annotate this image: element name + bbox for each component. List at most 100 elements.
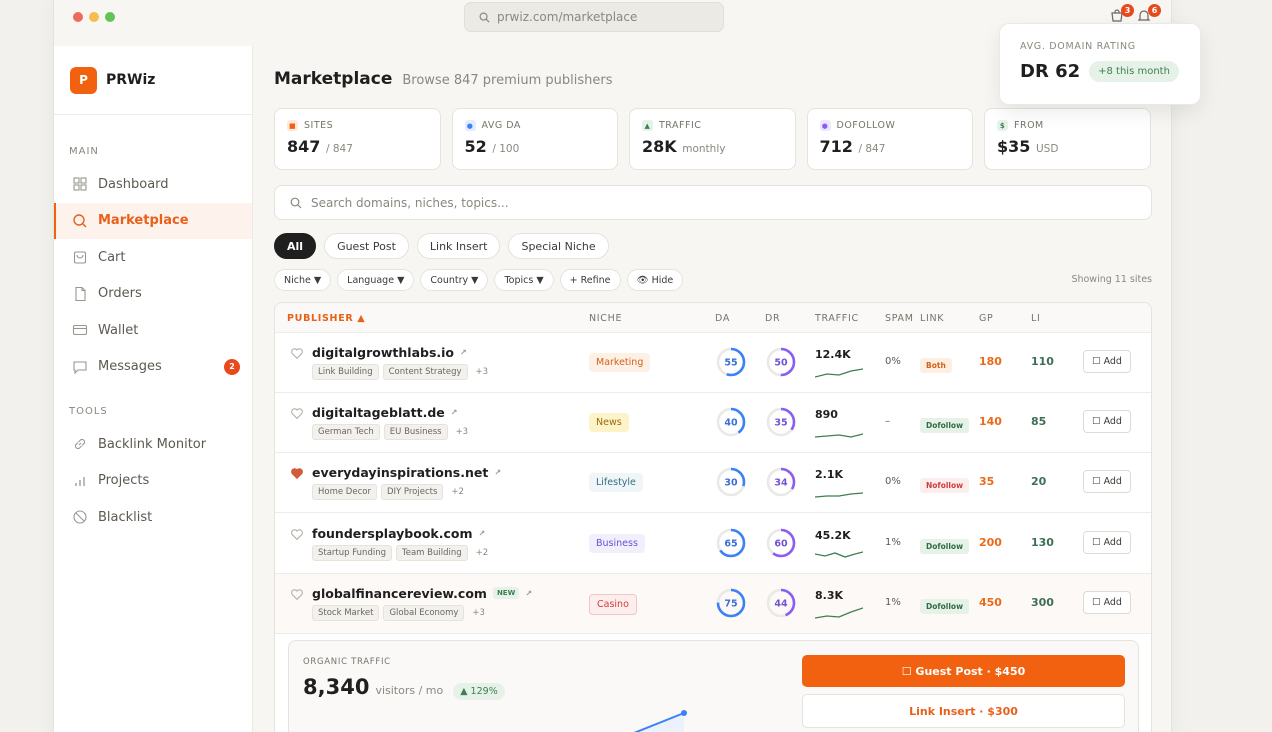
dr-ring: 34	[766, 468, 796, 497]
search-input[interactable]: Search domains, niches, topics...	[274, 185, 1152, 220]
filter-hide[interactable]: 👁 Hide	[626, 269, 684, 291]
niche-badge: Marketing	[589, 353, 651, 372]
sidebar-item-messages[interactable]: Messages 2	[54, 349, 252, 386]
filter-country[interactable]: Country ▼	[420, 269, 489, 291]
external-link-icon[interactable]: ↗	[460, 348, 467, 357]
table-row[interactable]: everydayinspirations.net ↗ Home Decor DIY…	[275, 453, 1151, 514]
col-li[interactable]: LI	[1031, 313, 1041, 324]
domain-name: globalfinancereview.com NEW ↗	[312, 585, 533, 601]
guest-post-button[interactable]: ☐ Guest Post · $450	[802, 655, 1125, 687]
page-title: Marketplace	[274, 69, 393, 89]
sidebar-item-projects[interactable]: Projects	[54, 463, 252, 500]
close-dot[interactable]	[73, 12, 83, 22]
heart-icon[interactable]	[290, 587, 304, 601]
col-spam[interactable]: SPAM	[885, 313, 914, 324]
stat-price-from: $ FROM $35 USD	[984, 108, 1151, 170]
url-bar[interactable]: prwiz.com/marketplace	[464, 2, 724, 32]
minimize-dot[interactable]	[89, 12, 99, 22]
checkbox-icon: ☐	[1092, 476, 1101, 488]
external-link-icon[interactable]: ↗	[479, 529, 486, 538]
col-publisher[interactable]: PUBLISHER ▲	[287, 313, 365, 324]
external-link-icon[interactable]: ↗	[451, 408, 458, 417]
col-traffic[interactable]: TRAFFIC	[815, 313, 859, 324]
brand[interactable]: P PRWiz	[54, 46, 252, 115]
stat-label: SITES	[304, 120, 334, 131]
more-tags[interactable]: +3	[456, 427, 469, 437]
traffic-sparkline	[815, 607, 863, 619]
col-niche[interactable]: NICHE	[589, 313, 622, 324]
col-da[interactable]: DA	[715, 313, 730, 324]
filter-refine[interactable]: + Refine	[559, 269, 621, 291]
notifications-button[interactable]: 6	[1137, 4, 1161, 24]
sidebar-item-cart[interactable]: Cart	[54, 239, 252, 276]
guest-post-price: 35	[979, 475, 995, 489]
heart-icon[interactable]	[290, 466, 304, 480]
topic-tags: German Tech EU Business +3	[312, 424, 469, 441]
more-tags[interactable]: +3	[476, 367, 489, 377]
topic-tag: Content Strategy	[382, 364, 468, 380]
guest-post-price: 450	[979, 595, 1002, 609]
table-row[interactable]: foundersplaybook.com ↗ Startup Funding Te…	[275, 514, 1151, 574]
dr-ring: 50	[766, 347, 796, 377]
spam-score: 0%	[885, 356, 901, 367]
chip-guest-post[interactable]: Guest Post	[324, 233, 409, 259]
cart-icon	[73, 251, 87, 264]
traffic-sparkline	[815, 433, 863, 438]
sidebar-item-dashboard[interactable]: Dashboard	[54, 166, 252, 203]
heart-icon[interactable]	[290, 527, 304, 541]
spam-score: 1%	[885, 536, 901, 548]
cart-badge: 3	[1121, 4, 1134, 17]
add-to-cart-button[interactable]: ☐ Add	[1083, 470, 1131, 494]
cart-button[interactable]: 3	[1110, 4, 1134, 24]
add-to-cart-button[interactable]: ☐ Add	[1083, 350, 1131, 373]
table-row[interactable]: digitaltageblatt.de ↗ German Tech EU Busi…	[275, 393, 1151, 454]
topic-tag: Global Economy	[383, 604, 465, 621]
stat-value: 847	[287, 137, 321, 156]
traffic-value: 8.3K	[815, 588, 844, 602]
col-dr[interactable]: DR	[765, 313, 780, 324]
col-gp[interactable]: GP	[979, 313, 994, 324]
external-link-icon[interactable]: ↗	[525, 589, 532, 598]
chip-all[interactable]: All	[274, 233, 317, 259]
add-to-cart-button[interactable]: ☐ Add	[1083, 410, 1131, 434]
chip-link-insert[interactable]: Link Insert	[416, 233, 501, 259]
link-type-badge: Dofollow	[920, 418, 970, 434]
sidebar-item-label: Marketplace	[98, 213, 189, 229]
sidebar-item-marketplace[interactable]: Marketplace	[54, 202, 252, 239]
link-insert-button[interactable]: Link Insert · $300	[802, 694, 1125, 728]
filter-topics[interactable]: Topics ▼	[494, 269, 554, 291]
stat-avg-da: ● AVG DA 52 / 100	[451, 108, 618, 170]
heart-icon[interactable]	[290, 406, 304, 420]
topic-tag: EU Business	[383, 424, 448, 441]
chip-special-niche[interactable]: Special Niche	[508, 233, 609, 259]
document-icon	[75, 286, 86, 301]
traffic-sparkline	[815, 550, 863, 558]
domain-name: foundersplaybook.com ↗	[312, 525, 486, 541]
heart-icon[interactable]	[290, 346, 304, 360]
sites-icon: ■	[287, 120, 298, 131]
filter-language[interactable]: Language ▼	[337, 269, 415, 291]
more-tags[interactable]: +3	[472, 608, 485, 618]
add-to-cart-button[interactable]: ☐ Add	[1083, 590, 1131, 614]
checkbox-icon: ☐	[1092, 356, 1101, 367]
filter-niche[interactable]: Niche ▼	[274, 269, 332, 291]
more-tags[interactable]: +2	[451, 487, 464, 497]
table-row[interactable]: globalfinancereview.com NEW ↗ Stock Market…	[275, 573, 1151, 634]
organic-traffic-value: 8,340	[303, 675, 370, 699]
sidebar-item-backlink-monitor[interactable]: Backlink Monitor	[54, 426, 252, 463]
sidebar-item-orders[interactable]: Orders	[54, 276, 252, 313]
external-link-icon[interactable]: ↗	[494, 468, 501, 477]
sidebar-item-blacklist[interactable]: Blacklist	[54, 499, 252, 536]
add-to-cart-button[interactable]: ☐ Add	[1083, 530, 1131, 554]
topic-tag: DIY Projects	[380, 484, 444, 501]
da-value: 75	[724, 598, 737, 609]
chat-icon	[73, 361, 87, 375]
col-link[interactable]: LINK	[920, 313, 944, 324]
table-row[interactable]: digitalgrowthlabs.io ↗ Link Building Cont…	[275, 333, 1151, 393]
sidebar-item-wallet[interactable]: Wallet	[54, 312, 252, 349]
maximize-dot[interactable]	[105, 12, 115, 22]
da-ring: 65	[716, 528, 746, 557]
more-tags[interactable]: +2	[476, 548, 489, 558]
search-icon	[290, 197, 302, 208]
spam-score: –	[885, 416, 890, 428]
